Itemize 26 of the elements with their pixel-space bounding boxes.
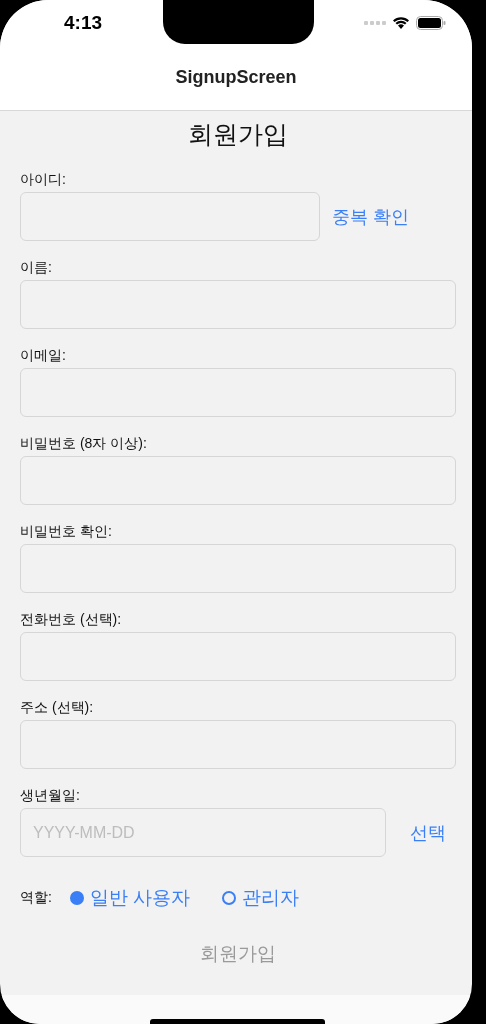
field-label: 비밀번호 확인: bbox=[20, 522, 113, 541]
status-time: 4:13 bbox=[64, 11, 103, 34]
wifi-icon bbox=[392, 16, 410, 29]
radio-option[interactable]: 관리자 bbox=[222, 885, 300, 911]
input-field[interactable] bbox=[20, 280, 456, 329]
input-field[interactable] bbox=[20, 192, 320, 241]
field-label: 생년월일: bbox=[20, 786, 81, 805]
input-field[interactable] bbox=[20, 720, 456, 769]
signal-icon bbox=[364, 20, 386, 25]
battery-icon bbox=[416, 15, 446, 30]
input-field[interactable] bbox=[20, 632, 456, 681]
field-label: 비밀번호 (8자 이상): bbox=[20, 434, 148, 453]
check-button[interactable]: 중복 확인 bbox=[332, 204, 409, 229]
radio-option[interactable]: 일반 사용자 bbox=[69, 885, 191, 911]
page-heading: 회원가입 bbox=[187, 119, 289, 149]
field-label: 아이디: bbox=[20, 170, 67, 189]
field-label: 전화번호 (선택): bbox=[20, 610, 123, 629]
role-label: 역할: bbox=[20, 889, 52, 907]
field-label: 이메일: bbox=[20, 346, 67, 365]
input-field[interactable] bbox=[20, 456, 456, 505]
field-label: 이름: bbox=[20, 258, 53, 277]
input-field[interactable] bbox=[20, 368, 456, 417]
nav-title: SignupScreen bbox=[175, 67, 297, 88]
select-button[interactable]: 선택 bbox=[410, 820, 446, 845]
field-label: 주소 (선택): bbox=[20, 698, 95, 717]
input-field[interactable] bbox=[20, 544, 456, 593]
